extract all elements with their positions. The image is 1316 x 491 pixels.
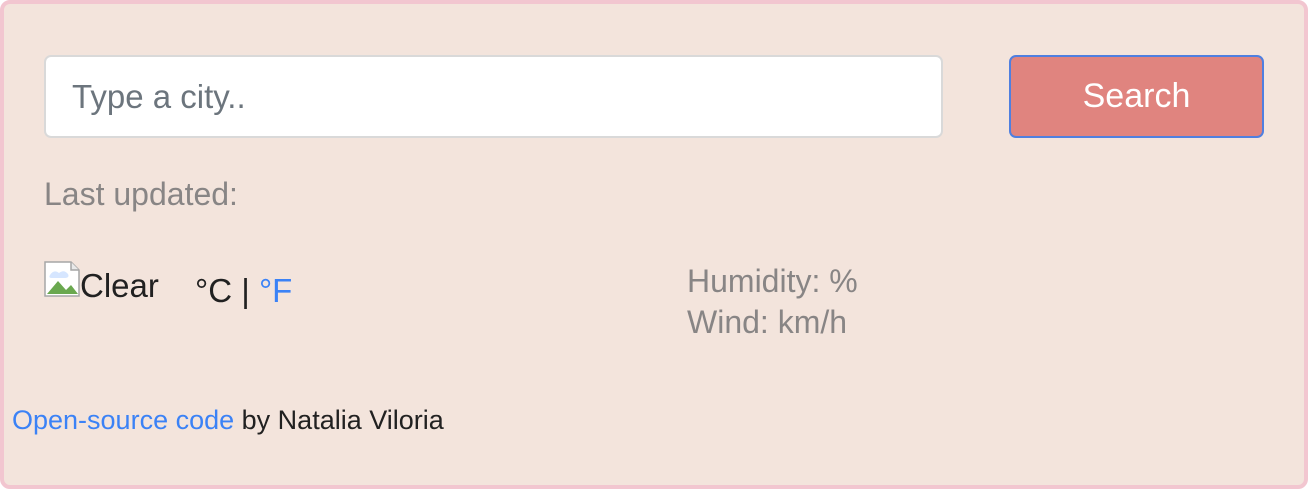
- weather-app-container: Search Last updated: Clear °C | °F Humid…: [0, 0, 1308, 489]
- fahrenheit-link[interactable]: °F: [259, 272, 292, 309]
- broken-image-icon: [44, 261, 80, 297]
- search-button[interactable]: Search: [1009, 55, 1264, 138]
- footer-credit: Open-source code by Natalia Viloria: [12, 405, 444, 436]
- humidity-text: Humidity: %: [687, 263, 858, 299]
- unit-separator: |: [241, 272, 250, 309]
- weather-condition-alt-text: Clear: [80, 267, 159, 304]
- open-source-code-link[interactable]: Open-source code: [12, 405, 234, 435]
- weather-details: Humidity: % Wind: km/h: [687, 261, 858, 343]
- temperature-unit-toggle: °C | °F: [195, 272, 292, 310]
- wind-text: Wind: km/h: [687, 304, 848, 340]
- last-updated-text: Last updated:: [44, 176, 238, 212]
- author-credit-text: by Natalia Viloria: [241, 405, 444, 435]
- city-search-input[interactable]: [44, 55, 943, 138]
- celsius-unit: °C: [195, 272, 233, 309]
